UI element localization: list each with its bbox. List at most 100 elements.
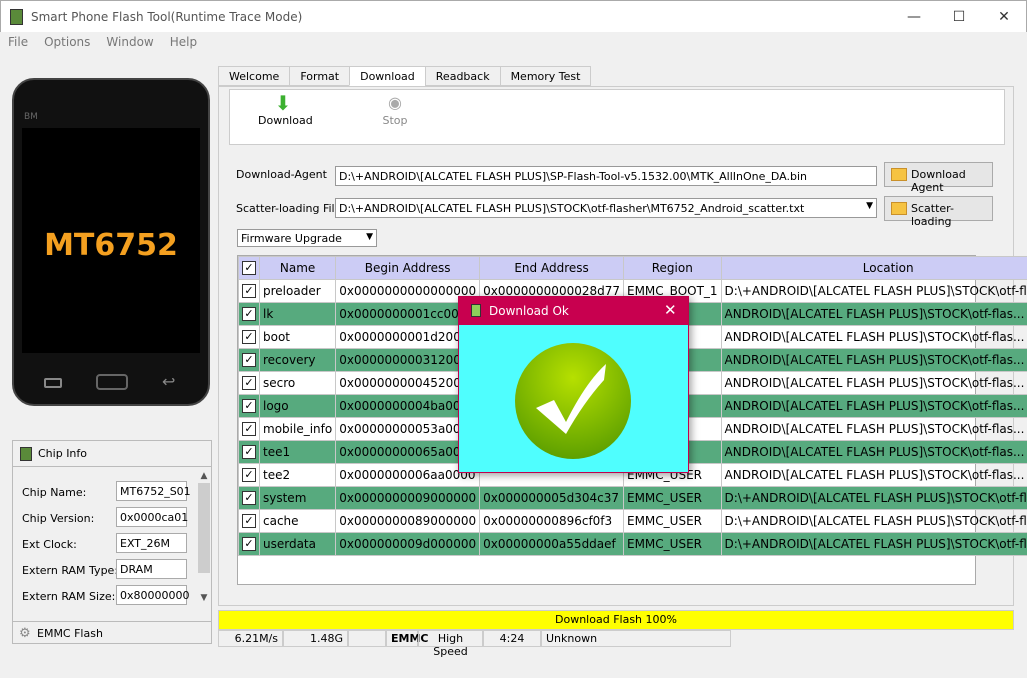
menu-key-icon — [44, 378, 62, 388]
menu-file[interactable]: File — [0, 32, 36, 49]
table-row[interactable]: ✓ system 0x0000000009000000 0x000000005d304… — [238, 486, 1027, 510]
region: EMMC_USER — [623, 509, 722, 533]
partition-name: tee2 — [258, 463, 337, 487]
dialog-close-button[interactable]: ✕ — [664, 301, 677, 319]
chip-field-value: MT6752_S01 — [116, 481, 191, 501]
row-checkbox[interactable]: ✓ — [238, 486, 260, 510]
minimize-button[interactable]: — — [891, 5, 937, 29]
col-end: End Address — [479, 256, 624, 280]
row-checkbox[interactable]: ✓ — [238, 394, 260, 418]
app-icon — [10, 9, 23, 25]
location[interactable]: ANDROID\[ALCATEL FLASH PLUS]\STOCK\otf-f… — [720, 371, 1027, 395]
menu-window[interactable]: Window — [98, 32, 161, 49]
emmc-flash-header[interactable]: ⚙ EMMC Flash — [13, 621, 211, 643]
select-all-checkbox[interactable]: ✓ — [238, 256, 260, 280]
stop-button[interactable]: ◉ Stop — [370, 92, 420, 127]
tab-memory-test[interactable]: Memory Test — [499, 66, 592, 86]
status-info: Unknown — [541, 630, 731, 647]
location[interactable]: D:\+ANDROID\[ALCATEL FLASH PLUS]\STOCK\o… — [720, 486, 1027, 510]
partition-name: logo — [258, 394, 337, 418]
location[interactable]: ANDROID\[ALCATEL FLASH PLUS]\STOCK\otf-f… — [720, 463, 1027, 487]
location[interactable]: ANDROID\[ALCATEL FLASH PLUS]\STOCK\otf-f… — [720, 394, 1027, 418]
chip-info-header[interactable]: Chip Info — [13, 441, 211, 467]
menu-bar: File Options Window Help — [0, 32, 1027, 52]
begin-address: 0x0000000089000000 — [335, 509, 481, 533]
location[interactable]: ANDROID\[ALCATEL FLASH PLUS]\STOCK\otf-f… — [720, 302, 1027, 326]
chip-field-value: EXT_26M — [116, 533, 187, 553]
tab-welcome[interactable]: Welcome — [218, 66, 291, 86]
emmc-flash-title: EMMC Flash — [37, 627, 103, 640]
chip-info-icon — [20, 447, 32, 461]
window-title: Smart Phone Flash Tool(Runtime Trace Mod… — [31, 10, 303, 24]
folder-icon — [891, 202, 907, 215]
partition-name: cache — [258, 509, 337, 533]
table-row[interactable]: ✓ userdata 0x000000009d000000 0x00000000a55… — [238, 532, 1027, 556]
mode-select[interactable]: Firmware Upgrade ▼ — [237, 229, 377, 247]
chip-field-label: Extern RAM Size: — [22, 590, 116, 603]
download-ok-dialog: Download Ok ✕ — [458, 296, 689, 473]
chip-field-label: Chip Name: — [22, 486, 87, 499]
col-region: Region — [623, 256, 722, 280]
col-location: Location — [720, 256, 1027, 280]
row-checkbox[interactable]: ✓ — [238, 509, 260, 533]
row-checkbox[interactable]: ✓ — [238, 325, 260, 349]
col-name: Name — [258, 256, 337, 280]
chevron-down-icon: ▼ — [366, 232, 373, 242]
location[interactable]: ANDROID\[ALCATEL FLASH PLUS]\STOCK\otf-f… — [720, 417, 1027, 441]
table-row[interactable]: ✓ cache 0x0000000089000000 0x00000000896cf0… — [238, 509, 1027, 533]
location[interactable]: D:\+ANDROID\[ALCATEL FLASH PLUS]\STOCK\o… — [720, 279, 1027, 303]
chip-info-title: Chip Info — [38, 447, 88, 460]
location[interactable]: ANDROID\[ALCATEL FLASH PLUS]\STOCK\otf-f… — [720, 348, 1027, 372]
home-key-icon — [96, 374, 128, 390]
begin-address: 0x0000000009000000 — [335, 486, 481, 510]
storage-type: EMMC — [386, 630, 428, 647]
tab-format[interactable]: Format — [289, 66, 351, 86]
tab-readback[interactable]: Readback — [424, 66, 501, 86]
chip-field-label: Extern RAM Type: — [22, 564, 119, 577]
chip-field-value: 0x0000ca01 — [116, 507, 188, 527]
row-checkbox[interactable]: ✓ — [238, 279, 260, 303]
download-button[interactable]: ⬇ Download — [258, 91, 313, 127]
menu-options[interactable]: Options — [36, 32, 98, 49]
gear-icon: ⚙ — [19, 626, 31, 641]
size: 1.48G — [283, 630, 348, 647]
phone-brand: BM — [24, 112, 38, 122]
status-bar: Download Flash 100% 6.21M/s 1.48G EMMC H… — [218, 610, 1014, 658]
download-agent-input[interactable]: D:\+ANDROID\[ALCATEL FLASH PLUS]\SP-Flas… — [335, 166, 877, 186]
download-agent-label: Download-Agent — [236, 168, 327, 181]
location[interactable]: ANDROID\[ALCATEL FLASH PLUS]\STOCK\otf-f… — [720, 325, 1027, 349]
partition-name: secro — [258, 371, 337, 395]
tab-bar: Welcome Format Download Readback Memory Test — [218, 66, 592, 87]
end-address: 0x00000000896cf0f3 — [479, 509, 624, 533]
scrollbar[interactable]: ▲ ▼ — [197, 471, 211, 611]
row-checkbox[interactable]: ✓ — [238, 417, 260, 441]
stop-label: Stop — [382, 114, 408, 127]
chip-label: MT6752 — [44, 228, 178, 263]
download-arrow-icon: ⬇ — [274, 91, 292, 115]
download-agent-button[interactable]: Download Agent — [884, 162, 993, 194]
partition-name: system — [258, 486, 337, 510]
row-checkbox[interactable]: ✓ — [238, 371, 260, 395]
location[interactable]: D:\+ANDROID\[ALCATEL FLASH PLUS]\STOCK\o… — [720, 532, 1027, 556]
end-address: 0x000000005d304c37 — [479, 486, 624, 510]
phone-screen: MT6752 — [22, 128, 200, 353]
checkmark-icon — [515, 343, 631, 459]
row-checkbox[interactable]: ✓ — [238, 463, 260, 487]
row-checkbox[interactable]: ✓ — [238, 440, 260, 464]
tab-download[interactable]: Download — [349, 66, 426, 86]
row-checkbox[interactable]: ✓ — [238, 302, 260, 326]
scatter-loading-button[interactable]: Scatter-loading — [884, 196, 993, 228]
row-checkbox[interactable]: ✓ — [238, 348, 260, 372]
maximize-button[interactable]: ☐ — [936, 5, 982, 29]
location[interactable]: ANDROID\[ALCATEL FLASH PLUS]\STOCK\otf-f… — [720, 440, 1027, 464]
elapsed-time: 4:24 — [483, 630, 541, 647]
dialog-title-bar: Download Ok ✕ — [459, 297, 688, 325]
begin-address: 0x000000009d000000 — [335, 532, 481, 556]
location[interactable]: D:\+ANDROID\[ALCATEL FLASH PLUS]\STOCK\o… — [720, 509, 1027, 533]
close-button[interactable]: ✕ — [981, 5, 1027, 29]
scatter-file-select[interactable]: D:\+ANDROID\[ALCATEL FLASH PLUS]\STOCK\o… — [335, 198, 877, 218]
partition-name: lk — [258, 302, 337, 326]
row-checkbox[interactable]: ✓ — [238, 532, 260, 556]
menu-help[interactable]: Help — [162, 32, 205, 49]
back-key-icon: ↩ — [162, 372, 176, 391]
